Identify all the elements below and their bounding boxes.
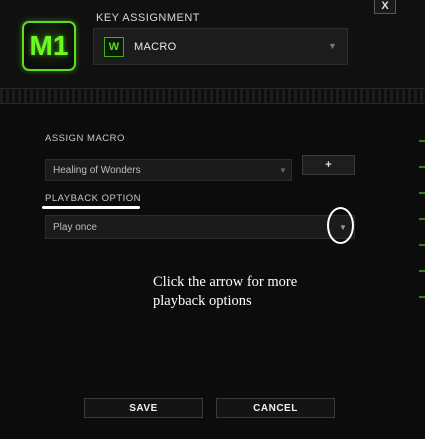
- annotation-line: Click the arrow for more: [153, 274, 298, 290]
- annotation-text: Click the arrow for more playback option…: [153, 273, 353, 311]
- annotation-circle: [327, 207, 354, 244]
- playback-option-label: PLAYBACK OPTION: [45, 193, 142, 204]
- decorative-divider: [0, 88, 425, 104]
- chevron-down-icon[interactable]: ▼: [328, 41, 337, 51]
- key-assignment-title: KEY ASSIGNMENT: [96, 12, 200, 24]
- assign-macro-value: Healing of Wonders: [53, 165, 141, 176]
- assign-macro-label: ASSIGN MACRO: [45, 133, 125, 144]
- macro-icon: W: [104, 37, 124, 57]
- key-assignment-value: MACRO: [134, 41, 177, 53]
- add-macro-button[interactable]: +: [302, 155, 355, 175]
- cancel-button[interactable]: CANCEL: [216, 398, 335, 418]
- annotation-line: playback options: [153, 293, 252, 309]
- close-button[interactable]: X: [374, 0, 396, 14]
- key-badge: M1: [22, 21, 76, 71]
- chevron-down-icon[interactable]: ▼: [279, 166, 287, 175]
- annotation-underline: [42, 206, 140, 209]
- playback-option-value: Play once: [53, 222, 97, 233]
- playback-option-select[interactable]: Play once ▼: [45, 215, 355, 239]
- decorative-side-strip: [419, 140, 425, 300]
- save-button[interactable]: SAVE: [84, 398, 203, 418]
- assign-macro-select[interactable]: Healing of Wonders ▼: [45, 159, 292, 181]
- key-assignment-select[interactable]: W MACRO ▼: [93, 28, 348, 65]
